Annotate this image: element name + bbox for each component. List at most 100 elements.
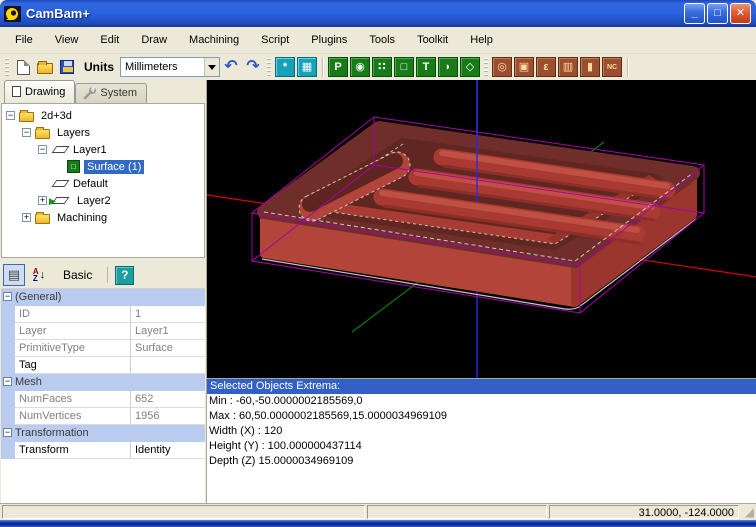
- tree-item-label[interactable]: Default: [70, 177, 111, 191]
- status-bar: 31.0000, -124.0000 ◢: [0, 503, 756, 520]
- tree-item-2d3d[interactable]: 2d+3d: [2, 107, 204, 124]
- property-name: PrimitiveType: [15, 340, 131, 357]
- tree-item-label[interactable]: Layer1: [70, 143, 110, 157]
- folder-icon: [35, 129, 50, 139]
- surface-object[interactable]: [262, 128, 696, 309]
- menu-machining[interactable]: Machining: [178, 30, 250, 50]
- viewport-canvas[interactable]: [207, 80, 756, 378]
- engrave-icon[interactable]: ε: [536, 57, 556, 77]
- drill-icon[interactable]: ◎: [492, 57, 512, 77]
- active-layer-icon: ▶: [51, 197, 70, 204]
- tree-item-label[interactable]: 2d+3d: [38, 109, 75, 123]
- property-name: NumVertices: [15, 408, 131, 425]
- rectangle-icon[interactable]: □: [394, 57, 414, 77]
- units-dropdown-arrow-icon[interactable]: [204, 58, 219, 76]
- category-general[interactable]: (General): [1, 289, 205, 306]
- property-name: NumFaces: [15, 391, 131, 408]
- undo-icon[interactable]: ↶: [221, 57, 241, 77]
- point-list-icon[interactable]: ∷: [372, 57, 392, 77]
- minimize-button[interactable]: _: [684, 3, 705, 24]
- collapse-icon[interactable]: [22, 128, 31, 137]
- tree-item-machining[interactable]: Machining: [2, 209, 204, 226]
- surface-icon[interactable]: ◇: [460, 57, 480, 77]
- help-button[interactable]: ?: [115, 266, 134, 285]
- property-row-primitivetype: PrimitiveType Surface: [1, 340, 205, 357]
- tree-item-layer2[interactable]: ▶ Layer2: [2, 192, 204, 209]
- status-panel-1: [2, 505, 365, 519]
- tree-item-label[interactable]: Layer2: [74, 194, 114, 208]
- tree-item-default[interactable]: Default: [2, 175, 204, 192]
- tab-system[interactable]: System: [75, 83, 147, 103]
- menu-plugins[interactable]: Plugins: [300, 30, 358, 50]
- expand-icon[interactable]: [38, 196, 47, 205]
- alphabetical-sort-button[interactable]: AZ ↓: [28, 264, 50, 286]
- redo-icon[interactable]: ↷: [243, 57, 263, 77]
- tree-item-label[interactable]: Machining: [54, 211, 110, 225]
- property-value[interactable]: 1956: [131, 408, 205, 425]
- property-value[interactable]: 1: [131, 306, 205, 323]
- pocket-icon[interactable]: ▣: [514, 57, 534, 77]
- menu-draw[interactable]: Draw: [130, 30, 178, 50]
- toolbar: Units Millimeters ↶ ↷ * ▦ P ◉ ∷ □ T ◗ ◇ …: [0, 54, 756, 80]
- category-transformation[interactable]: Transformation: [1, 425, 205, 442]
- menu-file[interactable]: File: [4, 30, 44, 50]
- menu-help[interactable]: Help: [459, 30, 504, 50]
- tree-item-layers[interactable]: Layers: [2, 124, 204, 141]
- menu-toolkit[interactable]: Toolkit: [406, 30, 459, 50]
- collapse-icon[interactable]: [38, 145, 47, 154]
- property-name: ID: [15, 306, 131, 323]
- surface-cube-icon: □: [67, 160, 80, 173]
- circle-icon[interactable]: ◉: [350, 57, 370, 77]
- menu-edit[interactable]: Edit: [89, 30, 130, 50]
- polyline-icon[interactable]: P: [328, 57, 348, 77]
- tree-item-surface[interactable]: □ Surface (1): [2, 158, 204, 175]
- resize-grip[interactable]: ◢: [741, 505, 754, 519]
- collapse-icon[interactable]: [6, 111, 15, 120]
- vcarve-icon[interactable]: ▮: [580, 57, 600, 77]
- expand-icon[interactable]: [22, 213, 31, 222]
- categorized-view-button[interactable]: ▤: [3, 264, 25, 286]
- layer-icon: [52, 180, 70, 187]
- show-grid-icon[interactable]: ▦: [297, 57, 317, 77]
- open-file-icon[interactable]: [35, 57, 55, 77]
- app-window: CamBam+ _ □ ✕ File View Edit Draw Machin…: [0, 0, 756, 527]
- toolbar-grip[interactable]: [267, 58, 271, 76]
- save-icon[interactable]: [57, 57, 77, 77]
- tab-drawing-label: Drawing: [25, 86, 65, 98]
- property-value[interactable]: Identity: [131, 442, 205, 459]
- toolbar-grip[interactable]: [484, 58, 488, 76]
- property-row-transform: Transform Identity: [1, 442, 205, 459]
- tree-item-label[interactable]: Layers: [54, 126, 93, 140]
- property-value[interactable]: Surface: [131, 340, 205, 357]
- category-mesh[interactable]: Mesh: [1, 374, 205, 391]
- viewport-3d[interactable]: [207, 80, 756, 378]
- gcode-icon[interactable]: NC: [602, 57, 622, 77]
- menu-script[interactable]: Script: [250, 30, 300, 50]
- new-file-icon[interactable]: [13, 57, 33, 77]
- profile-icon[interactable]: ▥: [558, 57, 578, 77]
- tree-item-layer1[interactable]: Layer1: [2, 141, 204, 158]
- collapse-icon[interactable]: [3, 292, 12, 301]
- snap-points-icon[interactable]: *: [275, 57, 295, 77]
- close-button[interactable]: ✕: [730, 3, 751, 24]
- collapse-icon[interactable]: [3, 428, 12, 437]
- info-min: Min : -60,-50.0000002185569,0: [207, 394, 756, 409]
- units-combobox[interactable]: Millimeters: [120, 57, 220, 77]
- property-value[interactable]: 652: [131, 391, 205, 408]
- folder-icon: [35, 214, 50, 224]
- active-arrow-icon: ▶: [49, 196, 56, 207]
- menu-tools[interactable]: Tools: [358, 30, 406, 50]
- menu-view[interactable]: View: [44, 30, 90, 50]
- tree-item-label[interactable]: Surface (1): [84, 160, 144, 174]
- arc-icon[interactable]: ◗: [438, 57, 458, 77]
- window-title: CamBam+: [26, 6, 90, 21]
- collapse-icon[interactable]: [3, 377, 12, 386]
- category-label: Mesh: [15, 374, 42, 391]
- text-icon[interactable]: T: [416, 57, 436, 77]
- tab-drawing[interactable]: Drawing: [4, 80, 75, 103]
- toolbar-grip[interactable]: [5, 58, 9, 76]
- maximize-button[interactable]: □: [707, 3, 728, 24]
- property-value[interactable]: [131, 357, 205, 374]
- left-panel: Drawing System 2d+3d: [0, 80, 206, 503]
- property-value[interactable]: Layer1: [131, 323, 205, 340]
